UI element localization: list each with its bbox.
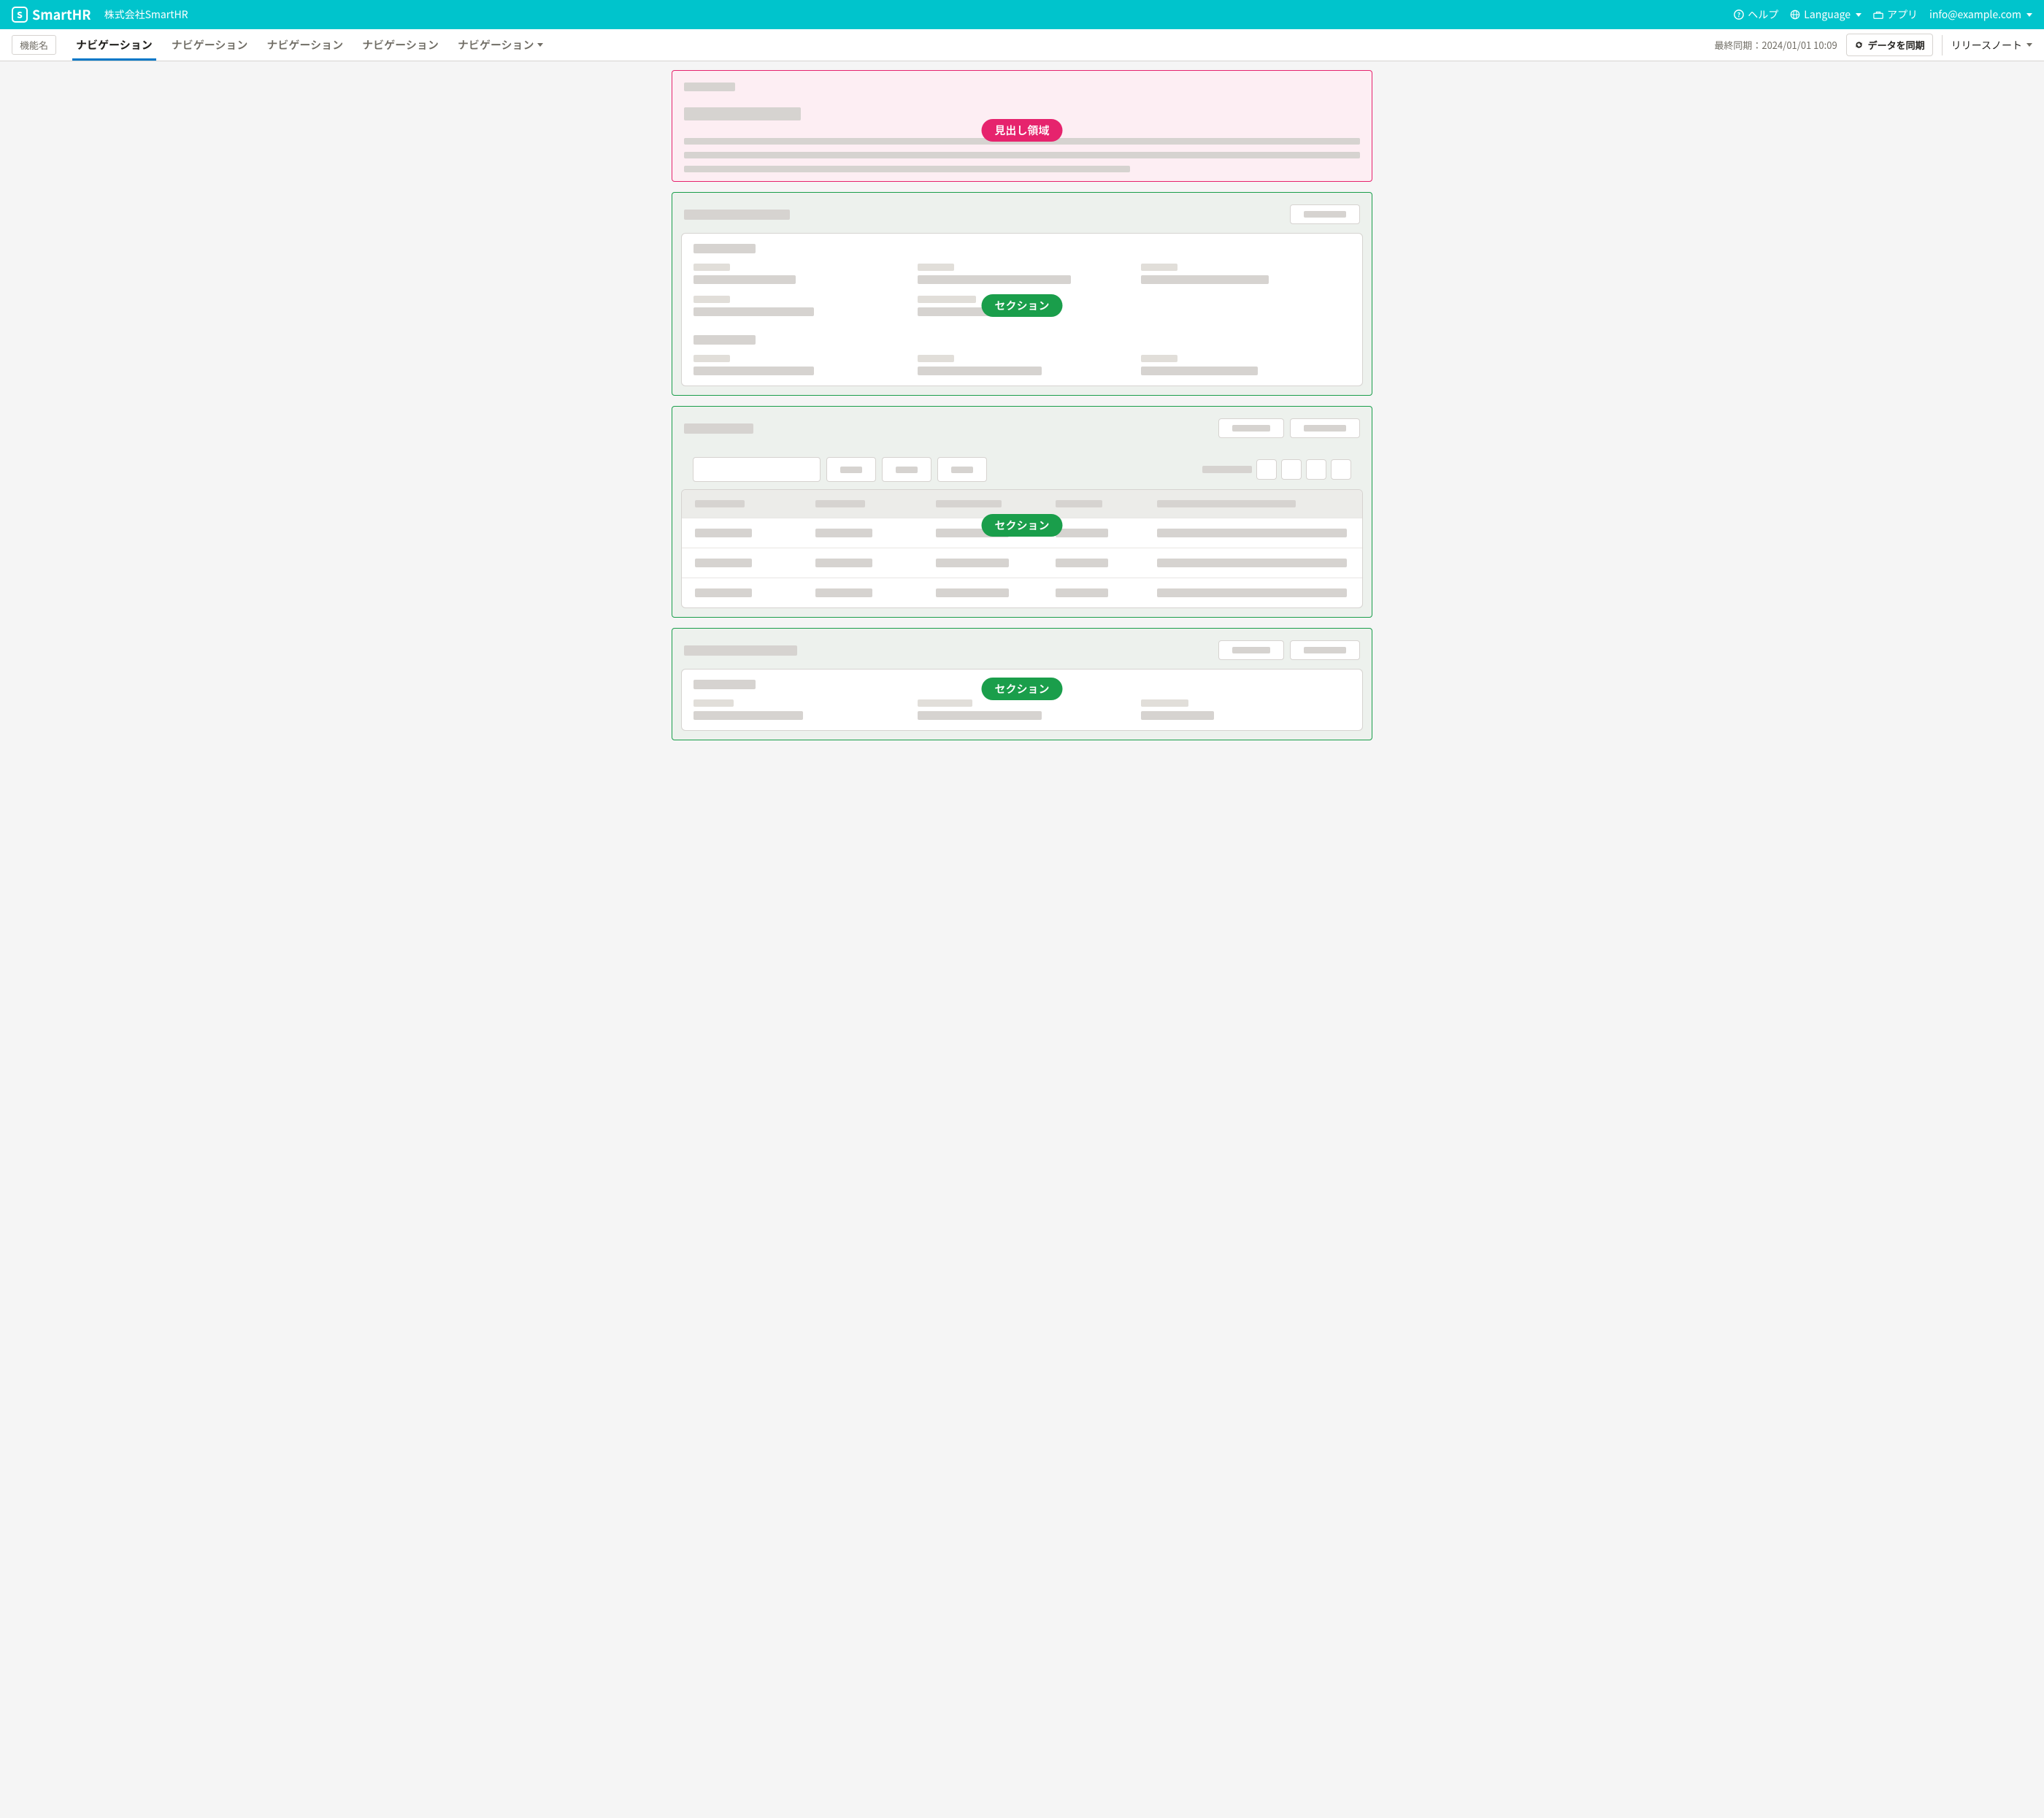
section-region-2: セクション xyxy=(672,406,1372,618)
card-subtitle-placeholder xyxy=(694,335,756,345)
help-link[interactable]: ? ヘルプ xyxy=(1734,7,1778,22)
account-email: info@example.com xyxy=(1929,7,2021,22)
field xyxy=(1141,699,1350,720)
caret-down-icon xyxy=(2026,43,2032,47)
nav-tab-3[interactable]: ナビゲーション xyxy=(353,29,448,61)
caret-down-icon xyxy=(1856,13,1862,17)
last-sync-label: 最終同期： xyxy=(1714,38,1761,52)
pager-info xyxy=(1202,466,1252,473)
sync-button-label: データを同期 xyxy=(1868,38,1925,52)
nav-tab-4-label: ナビゲーション xyxy=(458,37,534,53)
caret-down-icon xyxy=(537,43,543,47)
section-action-button[interactable] xyxy=(1218,418,1284,438)
last-sync-time: 2024/01/01 10:09 xyxy=(1761,38,1837,52)
section-title-placeholder xyxy=(684,210,790,220)
table-row[interactable] xyxy=(682,548,1362,578)
filter-button[interactable] xyxy=(826,457,876,482)
refresh-icon xyxy=(1854,40,1864,50)
pager-last-button[interactable] xyxy=(1331,459,1351,480)
filter-button[interactable] xyxy=(882,457,931,482)
page-title-placeholder xyxy=(684,107,801,120)
section-action-button[interactable] xyxy=(1218,640,1284,660)
topbar: S SmartHR 株式会社SmartHR ? ヘルプ Language アプリ… xyxy=(0,0,2044,29)
pager-next-button[interactable] xyxy=(1306,459,1326,480)
field xyxy=(918,699,1127,720)
data-table xyxy=(681,489,1363,608)
card-subtitle-placeholder xyxy=(694,244,756,253)
field xyxy=(918,264,1127,284)
brand-name: SmartHR xyxy=(32,5,91,24)
apps-menu[interactable]: アプリ xyxy=(1873,7,1918,22)
caret-down-icon xyxy=(2026,13,2032,17)
brand-mark-icon: S xyxy=(12,7,28,23)
account-menu[interactable]: info@example.com xyxy=(1929,7,2032,22)
language-menu[interactable]: Language xyxy=(1790,7,1862,22)
section-badge-3: セクション xyxy=(981,678,1062,700)
section-title-placeholder xyxy=(684,645,797,656)
nav-tabs: ナビゲーション ナビゲーション ナビゲーション ナビゲーション ナビゲーション xyxy=(66,29,553,61)
nav-tab-1[interactable]: ナビゲーション xyxy=(162,29,258,61)
brand-logo[interactable]: S SmartHR xyxy=(12,5,91,24)
field xyxy=(1141,355,1350,375)
pager-prev-button[interactable] xyxy=(1281,459,1302,480)
field xyxy=(694,296,903,316)
apps-icon xyxy=(1873,9,1883,20)
company-name: 株式会社SmartHR xyxy=(104,7,188,22)
field xyxy=(694,264,903,284)
field xyxy=(918,355,1127,375)
nav-tab-0[interactable]: ナビゲーション xyxy=(66,29,162,61)
section-region-1: セクション xyxy=(672,192,1372,396)
help-icon: ? xyxy=(1734,9,1744,20)
search-input[interactable] xyxy=(693,457,821,482)
pager-first-button[interactable] xyxy=(1256,459,1277,480)
globe-icon xyxy=(1790,9,1800,20)
language-label: Language xyxy=(1804,7,1851,22)
breadcrumb-placeholder xyxy=(684,83,735,91)
last-sync: 最終同期：2024/01/01 10:09 xyxy=(1714,38,1837,52)
svg-text:?: ? xyxy=(1737,10,1741,20)
release-notes-label: リリースノート xyxy=(1951,38,2022,53)
heading-region: 見出し領域 xyxy=(672,70,1372,182)
navbar: 機能名 ナビゲーション ナビゲーション ナビゲーション ナビゲーション ナビゲー… xyxy=(0,29,2044,61)
field xyxy=(694,699,903,720)
section-action-button[interactable] xyxy=(1290,204,1360,224)
card-subtitle-placeholder xyxy=(694,680,756,689)
desc-line xyxy=(684,152,1360,158)
divider xyxy=(1942,35,1943,55)
function-name-badge: 機能名 xyxy=(12,35,56,55)
section-title-placeholder xyxy=(684,423,753,434)
table-toolbar xyxy=(681,447,1363,489)
nav-tab-2[interactable]: ナビゲーション xyxy=(257,29,353,61)
section-badge-1: セクション xyxy=(981,294,1062,317)
field xyxy=(694,355,903,375)
release-notes-menu[interactable]: リリースノート xyxy=(1951,38,2032,53)
desc-line xyxy=(684,166,1130,172)
section-badge-2: セクション xyxy=(981,514,1062,537)
section-region-3: セクション xyxy=(672,628,1372,740)
table-row[interactable] xyxy=(682,578,1362,607)
sync-button[interactable]: データを同期 xyxy=(1846,34,1933,56)
filter-button[interactable] xyxy=(937,457,987,482)
section-action-button[interactable] xyxy=(1290,418,1360,438)
field xyxy=(1141,264,1350,284)
heading-region-badge: 見出し領域 xyxy=(981,119,1062,142)
help-label: ヘルプ xyxy=(1748,7,1778,22)
section-action-button[interactable] xyxy=(1290,640,1360,660)
apps-label: アプリ xyxy=(1887,7,1918,22)
nav-tab-4[interactable]: ナビゲーション xyxy=(448,29,553,61)
